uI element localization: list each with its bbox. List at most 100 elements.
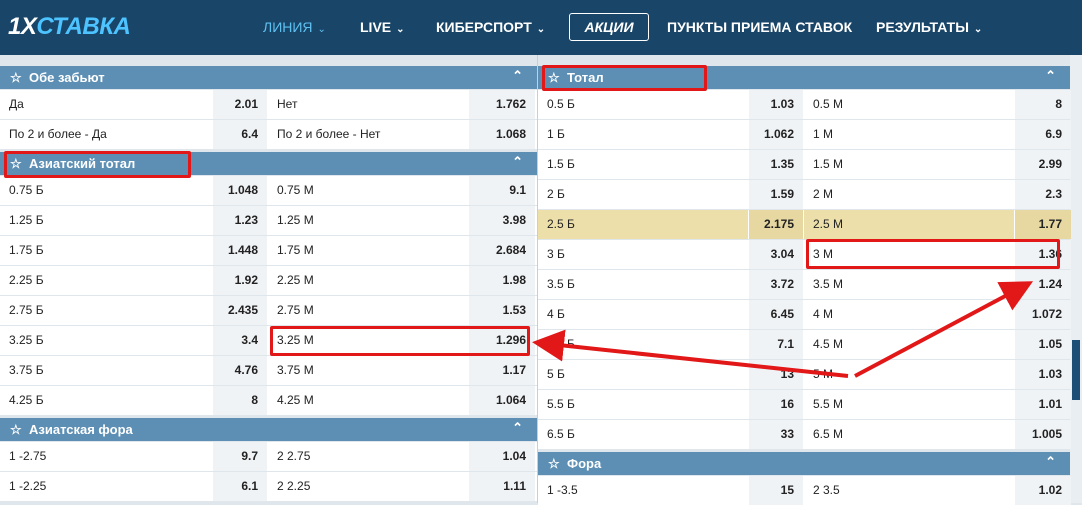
odds-value[interactable]: 1.064 <box>469 386 535 415</box>
outcome-label[interactable]: 3.25 Б <box>0 326 212 355</box>
odds-value[interactable]: 1.05 <box>1015 330 1071 359</box>
outcome-label[interactable]: 4.25 Б <box>0 386 212 415</box>
outcome-label[interactable]: 2.75 М <box>268 296 468 325</box>
outcome-label[interactable]: 4 Б <box>538 300 748 329</box>
outcome-label[interactable]: 4.25 М <box>268 386 468 415</box>
odds-value[interactable]: 3.4 <box>213 326 267 355</box>
outcome-label[interactable]: 2.5 М <box>804 210 1014 239</box>
scrollbar-track[interactable] <box>1070 55 1082 503</box>
nav-promotions-button[interactable]: АКЦИИ <box>569 13 649 41</box>
outcome-label[interactable]: 2 М <box>804 180 1014 209</box>
outcome-label[interactable]: 6.5 М <box>804 420 1014 449</box>
outcome-label[interactable]: 3 Б <box>538 240 748 269</box>
odds-value[interactable]: 6.4 <box>213 120 267 149</box>
outcome-label[interactable]: 2 2.75 <box>268 442 468 471</box>
odds-value[interactable]: 6.1 <box>213 472 267 501</box>
outcome-label[interactable]: 2 Б <box>538 180 748 209</box>
outcome-label[interactable]: 2.25 Б <box>0 266 212 295</box>
odds-value[interactable]: 3.72 <box>749 270 803 299</box>
outcome-label[interactable]: 3.75 Б <box>0 356 212 385</box>
outcome-label[interactable]: 4.5 Б <box>538 330 748 359</box>
outcome-label[interactable]: 2.25 М <box>268 266 468 295</box>
nav-live[interactable]: LIVE ⌄ <box>360 0 405 55</box>
odds-value[interactable]: 1.068 <box>469 120 535 149</box>
chevron-up-icon[interactable]: ⌃ <box>512 150 523 173</box>
chevron-up-icon[interactable]: ⌃ <box>512 64 523 87</box>
outcome-label[interactable]: 1.75 Б <box>0 236 212 265</box>
odds-value[interactable]: 2.99 <box>1015 150 1071 179</box>
outcome-label[interactable]: 1 Б <box>538 120 748 149</box>
outcome-label[interactable]: 2.75 Б <box>0 296 212 325</box>
odds-value[interactable]: 9.7 <box>213 442 267 471</box>
odds-value[interactable]: 1.02 <box>1015 476 1071 505</box>
odds-value[interactable]: 1.762 <box>469 90 535 119</box>
outcome-label[interactable]: Нет <box>268 90 468 119</box>
odds-value[interactable]: 4.76 <box>213 356 267 385</box>
outcome-label[interactable]: По 2 и более - Нет <box>268 120 468 149</box>
odds-value[interactable]: 6.9 <box>1015 120 1071 149</box>
nav-esports[interactable]: КИБЕРСПОРТ ⌄ <box>436 0 545 55</box>
outcome-label[interactable]: По 2 и более - Да <box>0 120 212 149</box>
outcome-label[interactable]: Да <box>0 90 212 119</box>
star-icon[interactable]: ☆ <box>10 66 22 89</box>
odds-value[interactable]: 2.3 <box>1015 180 1071 209</box>
odds-value[interactable]: 1.062 <box>749 120 803 149</box>
odds-value[interactable]: 1.59 <box>749 180 803 209</box>
odds-value[interactable]: 1.03 <box>1015 360 1071 389</box>
outcome-label[interactable]: 3.5 Б <box>538 270 748 299</box>
outcome-label[interactable]: 1.5 Б <box>538 150 748 179</box>
outcome-label[interactable]: 1.25 М <box>268 206 468 235</box>
odds-value[interactable]: 1.35 <box>749 150 803 179</box>
odds-value[interactable]: 1.072 <box>1015 300 1071 329</box>
outcome-label[interactable]: 3.75 М <box>268 356 468 385</box>
odds-value[interactable]: 2.435 <box>213 296 267 325</box>
outcome-label[interactable]: 4.5 М <box>804 330 1014 359</box>
odds-value[interactable]: 1.98 <box>469 266 535 295</box>
odds-value[interactable]: 1.448 <box>213 236 267 265</box>
chevron-up-icon[interactable]: ⌃ <box>1045 450 1056 473</box>
odds-value[interactable]: 2.01 <box>213 90 267 119</box>
outcome-label[interactable]: 0.5 М <box>804 90 1014 119</box>
odds-value[interactable]: 1.01 <box>1015 390 1071 419</box>
odds-value[interactable]: 3.98 <box>469 206 535 235</box>
odds-value[interactable]: 1.77 <box>1015 210 1071 239</box>
outcome-label[interactable]: 3.5 М <box>804 270 1014 299</box>
odds-value[interactable]: 1.17 <box>469 356 535 385</box>
odds-value[interactable]: 1.11 <box>469 472 535 501</box>
scrollbar-thumb[interactable] <box>1072 340 1080 400</box>
outcome-label[interactable]: 5.5 Б <box>538 390 748 419</box>
odds-value[interactable]: 33 <box>749 420 803 449</box>
odds-value[interactable]: 2.684 <box>469 236 535 265</box>
chevron-up-icon[interactable]: ⌃ <box>512 416 523 439</box>
odds-value[interactable]: 1.23 <box>213 206 267 235</box>
odds-value[interactable]: 1.53 <box>469 296 535 325</box>
outcome-label[interactable]: 2 2.25 <box>268 472 468 501</box>
outcome-label[interactable]: 0.5 Б <box>538 90 748 119</box>
odds-value[interactable]: 1.24 <box>1015 270 1071 299</box>
odds-value[interactable]: 1.04 <box>469 442 535 471</box>
odds-value[interactable]: 15 <box>749 476 803 505</box>
star-icon[interactable]: ☆ <box>10 418 22 441</box>
odds-value[interactable]: 8 <box>1015 90 1071 119</box>
nav-line[interactable]: ЛИНИЯ ⌄ <box>263 0 326 55</box>
outcome-label[interactable]: 2 3.5 <box>804 476 1014 505</box>
odds-value[interactable]: 1.92 <box>213 266 267 295</box>
odds-value[interactable]: 3.04 <box>749 240 803 269</box>
outcome-label[interactable]: 1.5 М <box>804 150 1014 179</box>
outcome-label[interactable]: 6.5 Б <box>538 420 748 449</box>
outcome-label[interactable]: 1 -2.25 <box>0 472 212 501</box>
outcome-label[interactable]: 1.25 Б <box>0 206 212 235</box>
odds-value[interactable]: 1.005 <box>1015 420 1071 449</box>
market-header-handicap[interactable]: ☆ Фора ⌃ <box>538 452 1070 475</box>
outcome-label[interactable]: 1 -2.75 <box>0 442 212 471</box>
odds-value[interactable]: 9.1 <box>469 176 535 205</box>
odds-value[interactable]: 8 <box>213 386 267 415</box>
site-logo[interactable]: 1XСТАВКА <box>8 13 131 41</box>
outcome-label[interactable]: 5.5 М <box>804 390 1014 419</box>
market-header-asian-handicap[interactable]: ☆ Азиатская фора ⌃ <box>0 418 537 441</box>
odds-value[interactable]: 6.45 <box>749 300 803 329</box>
odds-value[interactable]: 1.048 <box>213 176 267 205</box>
odds-value[interactable]: 1.03 <box>749 90 803 119</box>
outcome-label[interactable]: 4 М <box>804 300 1014 329</box>
outcome-label[interactable]: 1 М <box>804 120 1014 149</box>
